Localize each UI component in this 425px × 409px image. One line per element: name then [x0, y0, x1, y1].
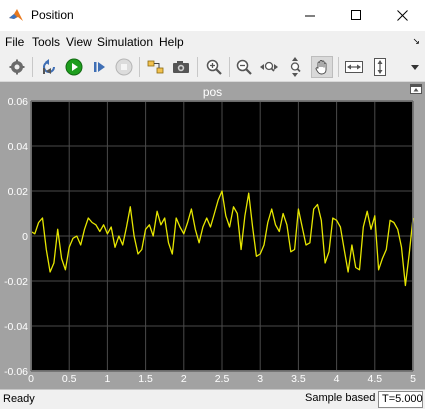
zoom-in-button[interactable] [203, 56, 225, 78]
step-back-button[interactable] [38, 56, 60, 78]
y-tick-label: 0 [22, 231, 28, 243]
status-ready: Ready [3, 393, 35, 405]
title-bar[interactable]: Position [0, 0, 425, 31]
x-tick-label: 5 [410, 373, 416, 385]
scope-plot[interactable]: 0 0.5 1 1.5 2 2.5 3 3.5 4 4.5 50.060.040.020-0.02-… [0, 82, 425, 389]
menu-help[interactable]: Help [159, 35, 184, 49]
toolbar [0, 53, 425, 82]
snapshot-button[interactable] [170, 56, 192, 78]
toolbar-separator [338, 57, 339, 77]
window-title: Position [31, 8, 74, 22]
toolbar-separator [32, 57, 33, 77]
menu-file[interactable]: File [5, 35, 24, 49]
minimize-icon [304, 15, 315, 17]
undock-icon[interactable] [410, 84, 422, 94]
snapshot-icon [173, 61, 189, 73]
step-forward-icon [94, 62, 105, 72]
highlight-block-icon [147, 60, 164, 74]
pan-button[interactable] [311, 56, 333, 78]
menu-bar: File Tools View Simulation Help ↘ [0, 31, 425, 53]
settings-button[interactable] [6, 56, 28, 78]
menu-dock-arrow-icon[interactable]: ↘ [412, 36, 420, 47]
y-tick-label: -0.04 [4, 321, 28, 333]
zoom-y-button[interactable] [284, 56, 306, 78]
toolbar-more-button[interactable] [404, 56, 425, 78]
toolbar-separator [229, 57, 230, 77]
scale-y-icon [374, 58, 386, 76]
step-forward-button[interactable] [88, 56, 110, 78]
y-tick-label: -0.02 [4, 276, 28, 288]
y-tick-label: 0.04 [8, 141, 29, 153]
toolbar-separator [197, 57, 198, 77]
zoom-x-icon [260, 61, 278, 72]
menu-simulation[interactable]: Simulation [97, 35, 153, 49]
zoom-out-button[interactable] [233, 56, 255, 78]
scale-x-icon [345, 61, 363, 73]
y-tick-label: -0.06 [4, 366, 28, 378]
close-icon [396, 10, 408, 21]
x-tick-label: 4 [334, 373, 340, 385]
plot-title: pos [202, 85, 223, 99]
x-tick-label: 3 [257, 373, 263, 385]
x-tick-label: 4.5 [367, 373, 382, 385]
scale-x-button[interactable] [343, 56, 365, 78]
minimize-button[interactable] [287, 0, 333, 31]
status-sim-time: T=5.000 [378, 391, 423, 408]
zoom-y-icon [290, 57, 301, 77]
highlight-block-button[interactable] [145, 56, 167, 78]
status-bar: Ready Sample based T=5.000 [0, 389, 425, 409]
zoom-x-button[interactable] [258, 56, 280, 78]
x-tick-label: 0.5 [62, 373, 77, 385]
dropdown-icon [411, 65, 419, 70]
run-button[interactable] [63, 56, 85, 78]
gear-icon [9, 59, 25, 75]
matlab-logo-icon [9, 9, 23, 21]
zoom-in-icon [206, 59, 222, 75]
y-tick-label: 0.02 [8, 186, 29, 198]
close-button[interactable] [379, 0, 425, 31]
x-tick-label: 3.5 [291, 373, 306, 385]
maximize-icon [350, 10, 361, 20]
x-tick-label: 1 [104, 373, 110, 385]
stop-button[interactable] [113, 56, 135, 78]
x-tick-label: 2.5 [215, 373, 230, 385]
pan-icon [315, 60, 327, 75]
stop-icon [115, 58, 133, 76]
x-tick-label: 0 [28, 373, 34, 385]
step-back-icon [43, 59, 55, 74]
x-tick-label: 2 [181, 373, 187, 385]
status-sample-mode: Sample based [305, 392, 376, 404]
maximize-button[interactable] [333, 0, 379, 31]
run-icon [65, 58, 83, 76]
toolbar-separator [139, 57, 140, 77]
menu-tools[interactable]: Tools [32, 35, 60, 49]
zoom-out-icon [236, 59, 252, 75]
menu-view[interactable]: View [66, 35, 92, 49]
scale-y-button[interactable] [369, 56, 391, 78]
x-tick-label: 1.5 [138, 373, 153, 385]
